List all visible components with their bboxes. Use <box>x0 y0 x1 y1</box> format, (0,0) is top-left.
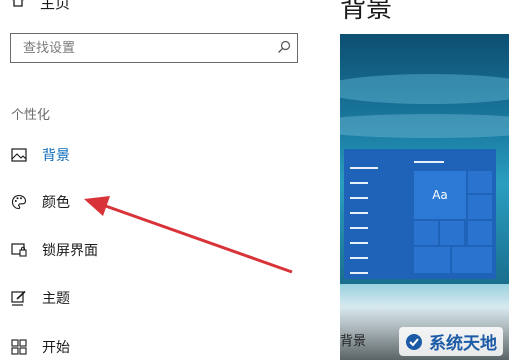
sidebar-item-label: 颜色 <box>42 195 70 211</box>
watermark-text: 系统天地 <box>429 334 497 354</box>
sidebar-item-label: 锁屏界面 <box>42 243 98 259</box>
theme-brush-icon <box>10 289 28 307</box>
sidebar-item-themes[interactable]: 主题 <box>10 285 310 311</box>
section-title: 个性化 <box>11 108 51 123</box>
home-label: 主页 <box>40 0 71 12</box>
sidebar-item-label: 开始 <box>42 340 70 356</box>
background-section-label: 背景 <box>340 334 367 349</box>
start-menu-preview: Aa <box>344 149 496 279</box>
sidebar-item-label: 背景 <box>42 148 70 164</box>
watermark-icon <box>406 333 422 350</box>
home-nav-item[interactable]: 主页 <box>10 0 70 14</box>
home-icon <box>10 0 26 12</box>
search-box[interactable] <box>10 33 298 63</box>
picture-icon <box>10 146 28 164</box>
preview-tile: Aa <box>414 171 466 219</box>
lock-screen-icon <box>10 241 28 259</box>
sidebar-item-colors[interactable]: 颜色 <box>10 189 310 215</box>
search-input[interactable] <box>21 39 277 57</box>
settings-sidebar: 主页 个性化 背景 颜色 锁屏界面 主题 开始 <box>0 0 322 360</box>
sidebar-item-background[interactable]: 背景 <box>10 142 310 168</box>
sidebar-item-start[interactable]: 开始 <box>10 334 310 360</box>
page-title: 背景 <box>340 0 393 24</box>
watermark-logo: 系统天地 <box>399 327 503 356</box>
sidebar-item-label: 主题 <box>42 291 70 307</box>
background-preview: Aa <box>340 34 509 284</box>
palette-icon <box>10 193 28 211</box>
sidebar-item-lock-screen[interactable]: 锁屏界面 <box>10 237 310 263</box>
start-icon <box>10 338 28 356</box>
search-icon[interactable] <box>277 39 291 58</box>
main-content: 背景 Aa 背景 系统天地 <box>322 0 509 360</box>
